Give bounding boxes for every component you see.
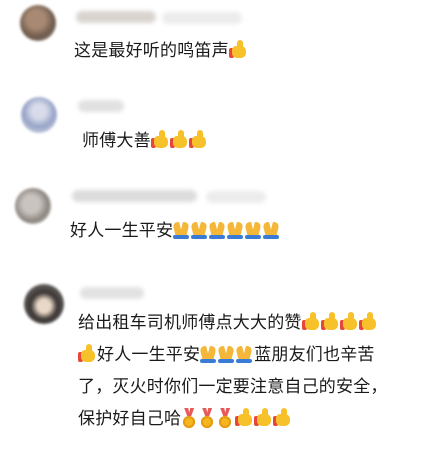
folded-hands-icon bbox=[172, 221, 191, 239]
comment-body: 师傅大善 bbox=[82, 131, 151, 151]
thumbs-up-icon bbox=[320, 311, 339, 331]
folded-hands-icon bbox=[208, 221, 227, 239]
folded-hands-icon bbox=[217, 345, 236, 363]
username[interactable] bbox=[72, 190, 197, 202]
comment-3: 好人一生平安 bbox=[0, 178, 445, 258]
avatar[interactable] bbox=[21, 97, 57, 133]
timestamp bbox=[162, 12, 242, 24]
thumbs-up-icon bbox=[188, 129, 207, 149]
comment-body: 好人一生平安 bbox=[97, 345, 201, 365]
folded-hands-icon bbox=[199, 345, 218, 363]
medal-icon bbox=[181, 408, 197, 428]
comment-text: 这是最好听的鸣笛声 bbox=[74, 36, 248, 67]
comment-text: 好人一生平安 bbox=[70, 216, 281, 247]
comment-body: 这是最好听的鸣笛声 bbox=[74, 41, 229, 61]
folded-hands-icon bbox=[226, 221, 245, 239]
comment-body: 了，灭火时你们一定要注意自己的安全， bbox=[78, 377, 388, 397]
folded-hands-icon bbox=[262, 221, 281, 239]
avatar[interactable] bbox=[20, 5, 56, 41]
thumbs-up-icon bbox=[169, 129, 188, 149]
comment-line-3: 了，灭火时你们一定要注意自己的安全， bbox=[78, 372, 388, 403]
thumbs-up-icon bbox=[301, 311, 320, 331]
comment-4: 给出租车司机师傅点大大的赞 好人一生平安 蓝朋友们也辛苦 了，灭火时你们一定要注意… bbox=[0, 272, 445, 450]
comment-line-1: 给出租车司机师傅点大大的赞 bbox=[78, 308, 378, 339]
username[interactable] bbox=[80, 287, 144, 299]
comment-body: 蓝朋友们也辛苦 bbox=[254, 345, 375, 365]
comment-line-4: 保护好自己哈 bbox=[78, 404, 292, 435]
username[interactable] bbox=[76, 11, 156, 23]
avatar[interactable] bbox=[15, 188, 51, 224]
medal-icon bbox=[199, 408, 215, 428]
thumbs-up-icon bbox=[150, 129, 169, 149]
thumbs-up-icon bbox=[273, 407, 291, 427]
thumbs-up-icon bbox=[235, 407, 253, 427]
comment-1: 这是最好听的鸣笛声 bbox=[0, 0, 445, 80]
comment-body: 给出租车司机师傅点大大的赞 bbox=[78, 313, 302, 333]
username[interactable] bbox=[78, 100, 124, 112]
comment-text: 师傅大善 bbox=[82, 126, 208, 157]
comment-line-2: 好人一生平安 蓝朋友们也辛苦 bbox=[78, 340, 375, 371]
timestamp bbox=[206, 191, 266, 203]
comment-body: 保护好自己哈 bbox=[78, 409, 182, 429]
thumbs-up-icon bbox=[228, 39, 247, 59]
thumbs-up-icon bbox=[358, 311, 377, 331]
medal-icon bbox=[217, 408, 233, 428]
folded-hands-icon bbox=[190, 221, 209, 239]
thumbs-up-icon bbox=[254, 407, 272, 427]
folded-hands-icon bbox=[244, 221, 263, 239]
comment-2: 师傅大善 bbox=[0, 88, 445, 168]
thumbs-up-icon bbox=[78, 343, 96, 363]
comment-body: 好人一生平安 bbox=[70, 221, 174, 241]
thumbs-up-icon bbox=[339, 311, 358, 331]
folded-hands-icon bbox=[235, 345, 254, 363]
avatar[interactable] bbox=[24, 284, 64, 324]
